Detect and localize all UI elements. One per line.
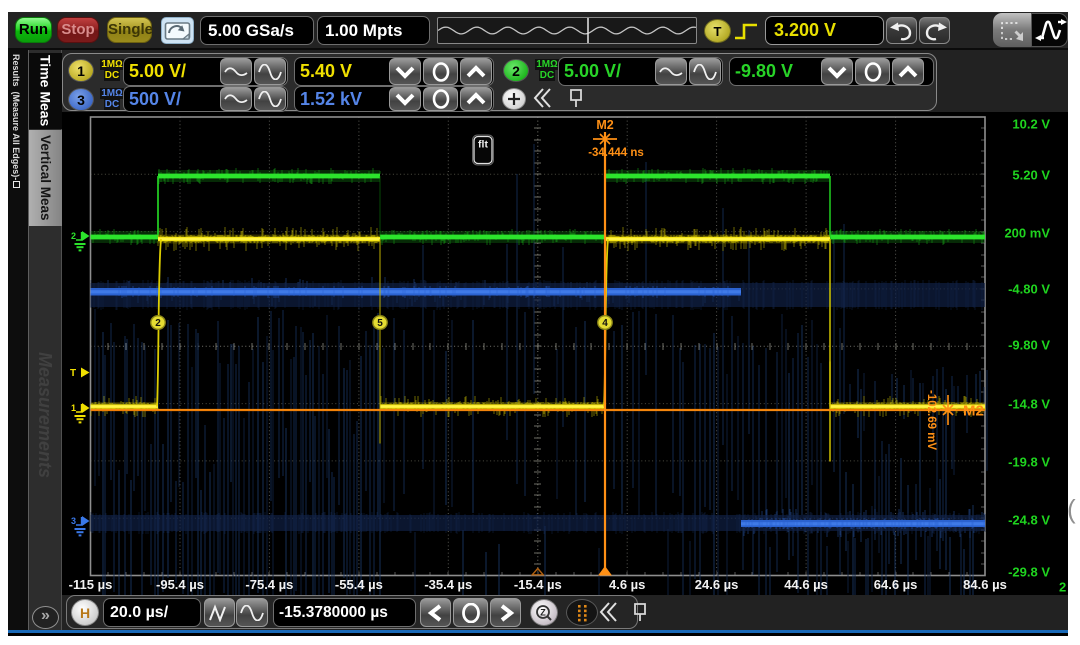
- svg-text:-29.8 V: -29.8 V: [1008, 565, 1050, 580]
- svg-text:flt: flt: [478, 139, 488, 151]
- svg-text:4.6 µs: 4.6 µs: [609, 577, 645, 592]
- svg-text:24.6 µs: 24.6 µs: [695, 577, 739, 592]
- svg-text:10.2 V: 10.2 V: [1012, 117, 1050, 132]
- svg-text:-19.8 V: -19.8 V: [1008, 455, 1050, 470]
- svg-text:2: 2: [71, 231, 76, 241]
- svg-text:-14.8 V: -14.8 V: [1008, 397, 1050, 412]
- svg-text:Z: Z: [540, 607, 546, 617]
- svg-text:T: T: [70, 368, 76, 379]
- svg-text:-55.4 µs: -55.4 µs: [335, 577, 383, 592]
- svg-text:1: 1: [71, 403, 76, 413]
- svg-text:-115 µs: -115 µs: [69, 577, 113, 592]
- svg-text:M2: M2: [963, 403, 984, 420]
- svg-text:84.6 µs: 84.6 µs: [963, 577, 1007, 592]
- svg-text:-4.80 V: -4.80 V: [1008, 282, 1050, 297]
- svg-text:44.6 µs: 44.6 µs: [784, 577, 828, 592]
- svg-text:2: 2: [155, 318, 161, 329]
- svg-text:-24.8 V: -24.8 V: [1008, 513, 1050, 528]
- svg-text:-95.4 µs: -95.4 µs: [156, 577, 204, 592]
- svg-text:3: 3: [71, 516, 76, 526]
- svg-text:-102.69 mV: -102.69 mV: [925, 390, 937, 450]
- svg-text:5.20 V: 5.20 V: [1012, 168, 1050, 183]
- svg-text:5: 5: [377, 318, 383, 329]
- svg-text:2: 2: [1059, 580, 1066, 595]
- svg-text:64.6 µs: 64.6 µs: [874, 577, 918, 592]
- svg-text:-75.4 µs: -75.4 µs: [245, 577, 293, 592]
- svg-text:-34.444 ns: -34.444 ns: [588, 147, 644, 159]
- svg-text:4: 4: [602, 318, 608, 329]
- svg-text:-9.80 V: -9.80 V: [1008, 338, 1050, 353]
- svg-text:-15.4 µs: -15.4 µs: [514, 577, 562, 592]
- svg-text:M2: M2: [596, 118, 613, 132]
- svg-text:200 mV: 200 mV: [1004, 226, 1050, 241]
- svg-text:-35.4 µs: -35.4 µs: [424, 577, 472, 592]
